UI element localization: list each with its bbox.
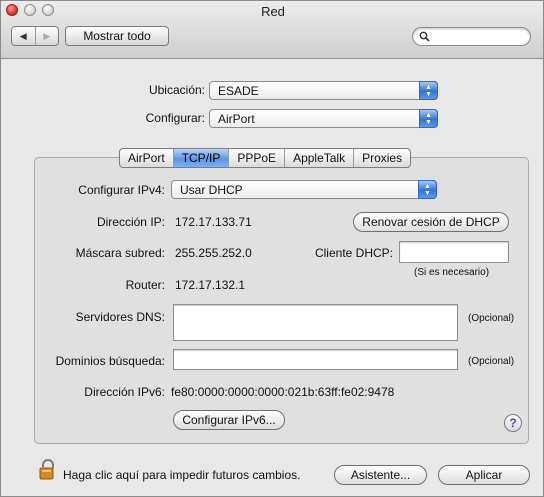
tab-tcpip[interactable]: TCP/IP (172, 149, 229, 167)
configure-value: AirPort (218, 111, 255, 126)
search-domains-label: Dominios búsqueda: (55, 354, 165, 368)
ipv4-config-label: Configurar IPv4: (78, 183, 165, 197)
ip-address-label: Dirección IP: (96, 215, 165, 229)
router-value: 172.17.132.1 (175, 278, 246, 292)
tab-bar: AirPort TCP/IP PPPoE AppleTalk Proxies (119, 148, 412, 168)
show-all-button[interactable]: Mostrar todo (65, 26, 169, 46)
search-field[interactable] (412, 27, 531, 46)
dns-servers-label: Servidores DNS: (75, 310, 165, 324)
window-title: Red (261, 4, 285, 19)
network-preferences-window: Red ◀ ▶ Mostrar todo Ubicación: ESADE ▲ ▼… (0, 0, 544, 497)
ipv6-address-label: Dirección IPv6: (84, 385, 165, 399)
tab-airport[interactable]: AirPort (120, 149, 173, 167)
subnet-mask-label: Máscara subred: (75, 246, 165, 260)
ipv6-address-value: fe80:0000:0000:0000:021b:63ff:fe02:9478 (171, 385, 395, 399)
ip-address-value: 172.17.133.71 (175, 215, 252, 229)
assistant-button[interactable]: Asistente... (334, 465, 427, 485)
tab-appletalk[interactable]: AppleTalk (284, 149, 353, 167)
ipv4-config-value: Usar DHCP (180, 182, 243, 197)
popup-arrows-icon: ▲ ▼ (419, 81, 438, 100)
renew-dhcp-button[interactable]: Renovar cesión de DHCP (353, 212, 509, 232)
lock-message: Haga clic aquí para impedir futuros camb… (63, 468, 301, 482)
dhcp-client-input[interactable] (400, 242, 508, 262)
search-domains-input[interactable] (174, 350, 457, 369)
dns-servers-field[interactable] (173, 304, 458, 341)
lock-icon[interactable] (39, 458, 57, 480)
dns-servers-input[interactable] (174, 305, 457, 340)
popup-arrows-icon: ▲ ▼ (419, 109, 438, 128)
search-domains-field[interactable] (173, 349, 458, 370)
back-forward-control: ◀ ▶ (11, 26, 59, 46)
tab-pppoe[interactable]: PPPoE (228, 149, 284, 167)
help-icon[interactable]: ? (504, 414, 522, 432)
subnet-mask-value: 255.255.252.0 (175, 246, 252, 260)
back-icon[interactable]: ◀ (12, 27, 35, 45)
dns-optional-hint: (Opcional) (468, 313, 515, 324)
location-label: Ubicación: (148, 83, 205, 97)
configure-ipv6-button[interactable]: Configurar IPv6... (173, 410, 285, 430)
apply-button[interactable]: Aplicar (438, 465, 530, 485)
dhcp-client-hint: (Si es necesario) (414, 267, 490, 278)
search-icon (419, 31, 430, 42)
configure-label: Configurar: (145, 111, 205, 125)
dhcp-client-label: Cliente DHCP: (314, 246, 393, 260)
location-popup[interactable]: ESADE ▲ ▼ (209, 81, 438, 100)
ipv4-config-popup[interactable]: Usar DHCP ▲ ▼ (171, 180, 437, 199)
tab-proxies[interactable]: Proxies (353, 149, 410, 167)
dhcp-client-field[interactable] (399, 241, 509, 263)
forward-icon[interactable]: ▶ (34, 27, 59, 45)
popup-arrows-icon: ▲ ▼ (418, 180, 437, 199)
tab-panel (34, 157, 529, 444)
location-value: ESADE (218, 83, 259, 98)
router-label: Router: (125, 278, 165, 292)
search-input[interactable] (430, 29, 520, 44)
search-domains-optional-hint: (Opcional) (468, 356, 515, 367)
configure-popup[interactable]: AirPort ▲ ▼ (209, 109, 438, 128)
title-bar: Red ◀ ▶ Mostrar todo (1, 1, 543, 59)
